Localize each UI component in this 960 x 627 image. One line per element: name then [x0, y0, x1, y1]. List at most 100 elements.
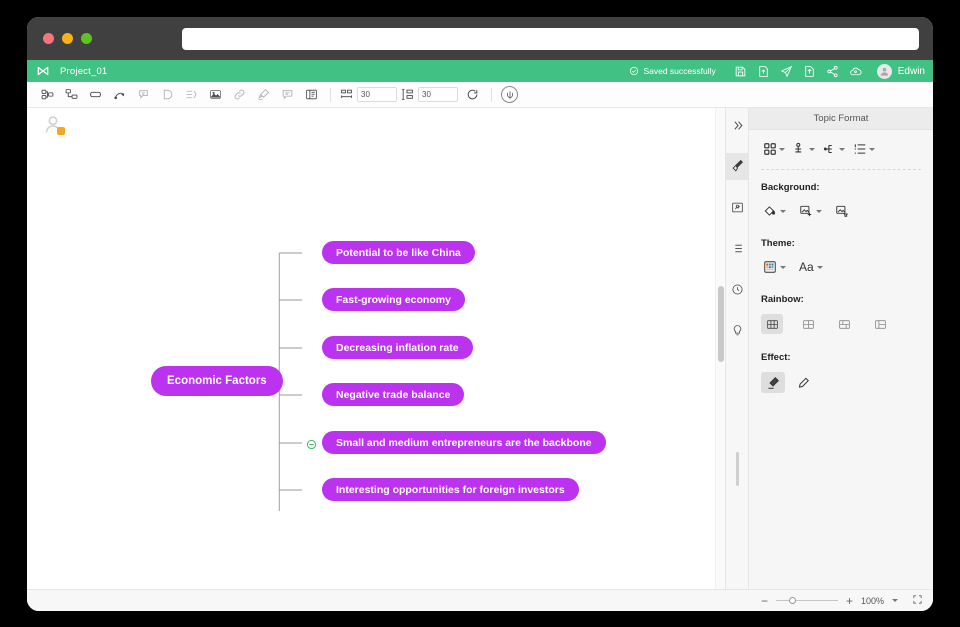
chevron-down-icon[interactable] — [809, 147, 815, 151]
chevron-down-icon[interactable] — [869, 147, 875, 151]
structure-icon[interactable] — [791, 140, 817, 158]
horizontal-spacing-icon — [341, 89, 352, 99]
zoom-out-button[interactable]: − — [761, 595, 768, 607]
chevron-down-icon[interactable] — [780, 265, 786, 269]
app-header-bar: Project_01 Saved successfully Edwin — [27, 60, 933, 82]
check-circle-icon — [630, 66, 639, 76]
status-bar: − + 100% — [27, 589, 933, 611]
vertical-spacing-icon — [401, 89, 413, 100]
fill-bucket-icon[interactable] — [761, 202, 788, 220]
branch-style-icon[interactable] — [821, 140, 847, 158]
effect-label: Effect: — [761, 352, 791, 363]
node-label: Negative trade balance — [336, 388, 451, 401]
mindmap-root-node[interactable]: Economic Factors — [151, 366, 283, 396]
callout-icon[interactable] — [133, 84, 154, 105]
palette-swatch — [764, 261, 776, 273]
image-icon[interactable] — [205, 84, 226, 105]
relationship-icon[interactable] — [109, 84, 130, 105]
avatar — [876, 63, 892, 79]
comment-icon[interactable] — [277, 84, 298, 105]
cloud-user-icon[interactable] — [849, 65, 862, 78]
image-frame-icon[interactable] — [726, 194, 749, 221]
paint-brush-icon[interactable] — [725, 153, 749, 180]
reset-icon[interactable] — [462, 84, 483, 105]
panel-title: Topic Format — [749, 108, 933, 130]
subtopic-icon[interactable] — [37, 84, 58, 105]
psi-icon[interactable] — [501, 86, 518, 103]
mindmap-child-node[interactable]: Small and medium entrepreneurs are the b… — [322, 431, 606, 454]
canvas-vertical-scroll-thumb[interactable] — [718, 286, 724, 362]
outline-list-icon[interactable] — [726, 235, 749, 262]
effect-marker-icon[interactable] — [761, 372, 785, 393]
add-image-icon[interactable] — [797, 202, 824, 220]
save-icon[interactable] — [734, 65, 747, 78]
chevron-down-icon[interactable] — [816, 209, 822, 213]
workspace: Economic Factors Potential to be like Ch… — [27, 108, 933, 611]
collapse-minus-icon[interactable] — [306, 437, 317, 450]
vertical-spacing-input[interactable] — [418, 87, 458, 102]
zoom-slider-knob[interactable] — [788, 596, 796, 604]
export-icon[interactable] — [757, 65, 770, 78]
shape-grid-icon[interactable] — [761, 140, 787, 158]
chevron-down-icon[interactable] — [816, 265, 823, 269]
zoom-level-value[interactable]: 100% — [861, 596, 884, 606]
history-clock-icon[interactable] — [726, 276, 749, 303]
share-out-icon[interactable] — [803, 65, 816, 78]
rainbow-option-2[interactable] — [797, 314, 819, 334]
theme-label: Theme: — [761, 238, 795, 249]
remove-image-icon[interactable] — [833, 202, 851, 220]
theme-palette-icon[interactable] — [761, 258, 788, 276]
send-icon[interactable] — [780, 65, 793, 78]
topic-after-icon[interactable] — [61, 84, 82, 105]
address-bar[interactable] — [182, 27, 919, 50]
rainbow-label: Rainbow: — [761, 294, 804, 305]
window-maximize-button[interactable] — [81, 33, 92, 44]
numbering-icon[interactable] — [851, 140, 877, 158]
rainbow-option-3[interactable] — [833, 314, 855, 334]
main-toolbar — [27, 82, 933, 108]
summary-icon[interactable] — [181, 84, 202, 105]
chevron-down-icon[interactable] — [892, 599, 898, 602]
lightbulb-icon[interactable] — [726, 317, 749, 344]
horizontal-spacing-group — [340, 87, 397, 102]
theme-font-icon[interactable]: Aa — [797, 258, 825, 276]
note-icon[interactable] — [301, 84, 322, 105]
link-icon[interactable] — [229, 84, 250, 105]
horizontal-spacing-input[interactable] — [357, 87, 397, 102]
highlighter-icon[interactable] — [253, 84, 274, 105]
fullscreen-icon[interactable] — [912, 592, 923, 610]
chevron-down-icon[interactable] — [839, 147, 845, 151]
mindmap-child-node[interactable]: Decreasing inflation rate — [322, 336, 473, 359]
user-chip[interactable]: Edwin — [876, 63, 925, 79]
mindmap-child-node[interactable]: Potential to be like China — [322, 241, 475, 264]
window-close-button[interactable] — [43, 33, 54, 44]
background-row — [761, 202, 921, 220]
mindmap-child-node[interactable]: Interesting opportunities for foreign in… — [322, 478, 579, 501]
boundary-icon[interactable] — [157, 84, 178, 105]
chevron-down-icon[interactable] — [780, 209, 786, 213]
mindmap-child-node[interactable]: Negative trade balance — [322, 383, 465, 406]
side-rail — [725, 108, 749, 611]
panel-divider — [761, 169, 921, 170]
expand-panel-icon[interactable] — [726, 112, 749, 139]
window-titlebar — [27, 17, 933, 60]
theme-row: Aa — [761, 258, 921, 276]
panel-body: Background: Theme: Aa Rainbow: Effect: — [749, 130, 933, 611]
zoom-slider[interactable] — [775, 595, 838, 607]
node-label: Interesting opportunities for foreign in… — [336, 483, 565, 496]
rail-drag-handle[interactable] — [735, 452, 739, 486]
effect-pen-icon[interactable] — [791, 372, 815, 393]
zoom-in-button[interactable]: + — [846, 595, 853, 607]
user-icon — [880, 67, 888, 76]
rainbow-option-1[interactable] — [761, 314, 783, 334]
topic-icon[interactable] — [85, 84, 106, 105]
chevron-down-icon[interactable] — [779, 147, 785, 151]
window-minimize-button[interactable] — [62, 33, 73, 44]
mindmap-canvas[interactable]: Economic Factors Potential to be like Ch… — [27, 108, 725, 611]
effect-row — [761, 372, 921, 393]
save-status: Saved successfully — [629, 66, 716, 76]
mindmap-child-node[interactable]: Fast-growing economy — [322, 288, 465, 311]
share-nodes-icon[interactable] — [826, 65, 839, 78]
canvas-vertical-scrollbar[interactable] — [715, 108, 725, 601]
rainbow-option-4[interactable] — [869, 314, 891, 334]
